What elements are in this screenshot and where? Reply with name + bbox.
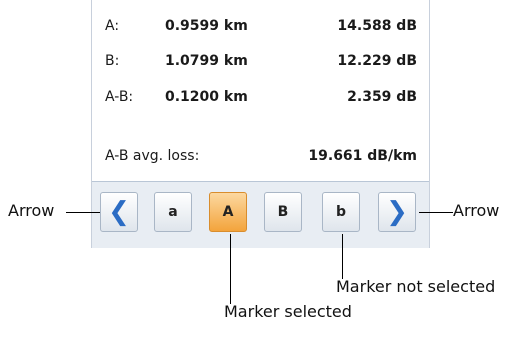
marker-ab-loss: 2.359 dB bbox=[347, 89, 417, 105]
marker-ab-row: A-B: 0.1200 km 2.359 dB bbox=[105, 89, 417, 111]
marker-b-small-button[interactable]: b bbox=[322, 192, 360, 232]
marker-a-row: A: 0.9599 km 14.588 dB bbox=[105, 18, 417, 40]
marker-a-distance: 0.9599 km bbox=[165, 18, 248, 34]
marker-b-button[interactable]: B bbox=[264, 192, 302, 232]
selected-callout-line bbox=[230, 234, 231, 304]
marker-selected-callout: Marker selected bbox=[224, 302, 352, 321]
left-arrow-callout: Arrow bbox=[8, 201, 55, 220]
right-arrow-callout-line bbox=[419, 212, 453, 213]
marker-ab-label: A-B: bbox=[105, 89, 134, 105]
previous-arrow-button[interactable]: ❮ bbox=[100, 192, 138, 232]
marker-b-label: B: bbox=[105, 53, 120, 69]
marker-b-row: B: 1.0799 km 12.229 dB bbox=[105, 53, 417, 75]
marker-readouts: A: 0.9599 km 14.588 dB B: 1.0799 km 12.2… bbox=[92, 0, 429, 182]
marker-a-small-button[interactable]: a bbox=[154, 192, 192, 232]
marker-a-loss: 14.588 dB bbox=[337, 18, 417, 34]
left-arrow-callout-line bbox=[66, 212, 100, 213]
avg-loss-value: 19.661 dB/km bbox=[308, 148, 417, 164]
marker-button-bar: ❮ a A B b ❯ bbox=[92, 182, 429, 248]
marker-ab-distance: 0.1200 km bbox=[165, 89, 248, 105]
marker-a-label: A: bbox=[105, 18, 120, 34]
marker-not-selected-callout: Marker not selected bbox=[336, 277, 496, 296]
right-arrow-callout: Arrow bbox=[453, 201, 500, 220]
marker-b-distance: 1.0799 km bbox=[165, 53, 248, 69]
avg-loss-row: A-B avg. loss: 19.661 dB/km bbox=[105, 148, 417, 170]
next-arrow-button[interactable]: ❯ bbox=[378, 192, 416, 232]
marker-panel: A: 0.9599 km 14.588 dB B: 1.0799 km 12.2… bbox=[91, 0, 430, 248]
not-selected-callout-line bbox=[342, 234, 343, 279]
marker-a-button-selected[interactable]: A bbox=[209, 192, 247, 232]
marker-b-loss: 12.229 dB bbox=[337, 53, 417, 69]
avg-loss-label: A-B avg. loss: bbox=[105, 148, 200, 164]
